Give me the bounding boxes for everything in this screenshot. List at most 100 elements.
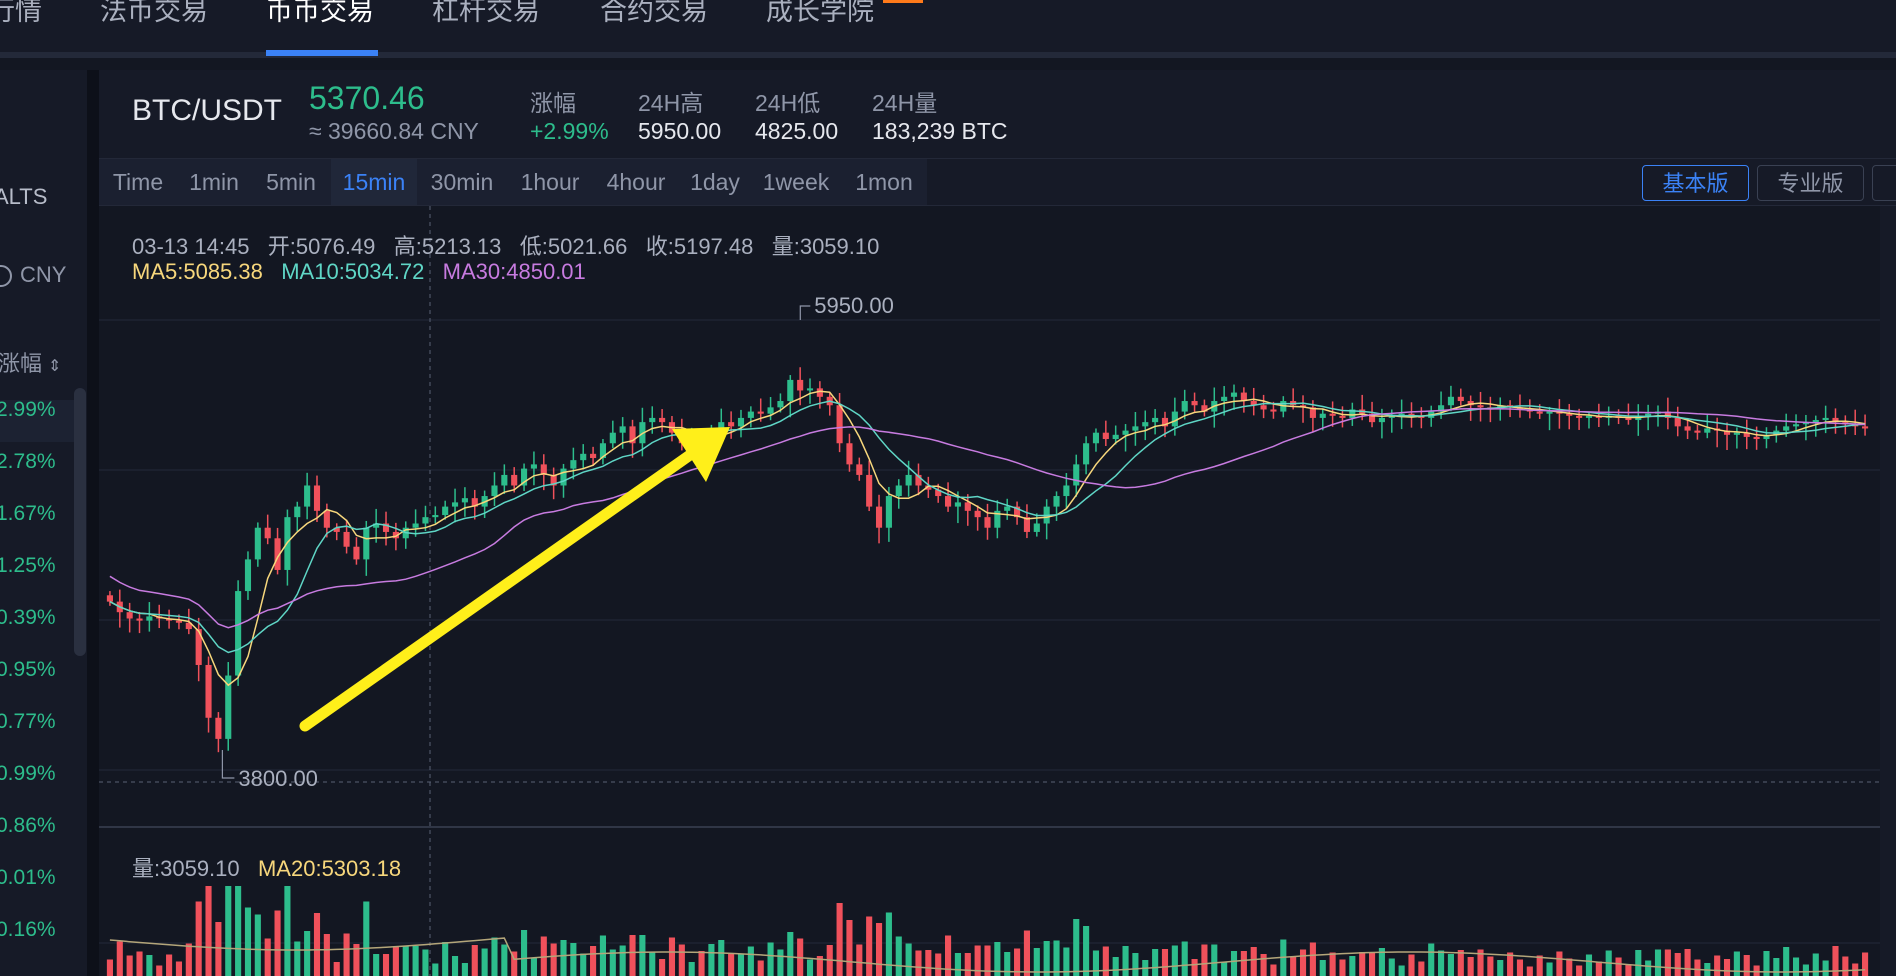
nav-spot-trading[interactable]: 币币交易 [266,0,374,52]
volume-bar [1043,941,1050,976]
volume-bar [1457,950,1464,976]
market-change-pct[interactable]: 1.25% [0,554,56,578]
candle-body [1585,415,1593,418]
interval-toolbar: Time 1min 5min 15min 30min 1hour 4hour 1… [99,158,1896,206]
alts-tab[interactable]: ALTS [0,184,47,210]
volume-bar [304,931,311,976]
volume-bar [797,938,804,976]
candle-body [1536,411,1543,414]
volume-bar [1004,952,1011,976]
candle-body [363,527,370,560]
volume-bar [1773,958,1780,976]
volume-bar [363,901,370,976]
candle-body [244,559,252,592]
interval-1hour[interactable]: 1hour [507,159,593,205]
candle-body [166,618,173,621]
interval-4hour[interactable]: 4hour [593,159,679,205]
candle-body [313,485,321,511]
volume-bar [1398,965,1405,976]
market-change-pct[interactable]: 0.77% [0,710,56,734]
candle-body [668,422,676,433]
candle-body [392,531,399,539]
volume-bar [777,949,784,976]
volume-bar [1852,963,1859,976]
basic-version-button[interactable]: 基本版 [1642,165,1749,201]
market-change-pct[interactable]: 0.86% [0,814,56,838]
volume-bar [1753,965,1760,976]
volume-bar [787,932,794,976]
volume-bar [1822,960,1829,976]
candle-body [1418,415,1425,418]
volume-bar [1280,939,1287,976]
candle-body [116,601,123,613]
volume-bar [580,953,587,976]
candle-body [1792,424,1800,427]
scrollbar[interactable] [74,388,86,656]
interval-1min[interactable]: 1min [177,159,251,205]
legend-high: 高:5213.13 [393,234,502,259]
candle-body [343,531,350,547]
market-change-pct[interactable]: 0.95% [0,658,56,682]
sort-icon: ⇕ [48,358,62,375]
candle-body [1487,407,1494,410]
candle-body [471,498,478,507]
candle-body [1753,436,1760,440]
cny-price: ≈ 39660.84 CNY [309,118,479,144]
candle-body [1132,426,1139,431]
candle-body [629,426,636,444]
volume-bar [1290,957,1297,976]
volume-bar [590,946,597,976]
volume-bar [225,886,232,976]
market-change-pct[interactable]: 0.16% [0,918,56,942]
pro-version-button[interactable]: 专业版 [1757,165,1864,201]
nav-academy[interactable]: 成长学院 [766,0,874,52]
volume-bar [1723,959,1731,976]
volume-bar [1171,945,1178,976]
volume-bar [166,954,173,976]
market-change-pct[interactable]: 2.78% [0,450,56,474]
market-change-pct[interactable]: 0.99% [0,762,56,786]
volume-bar [639,935,646,976]
market-change-pct[interactable]: 2.99% [0,398,56,422]
volume-bar [935,953,942,976]
volume-bar [875,923,883,976]
interval-1day[interactable]: 1day [679,159,751,205]
nav-fiat-trading[interactable]: 法币交易 [100,0,208,52]
interval-30min[interactable]: 30min [417,159,507,205]
currency-label: CNY [20,262,67,287]
candle-body [1408,413,1415,416]
market-change-pct[interactable]: 0.01% [0,866,56,890]
currency-toggle[interactable]: CNY [0,262,66,288]
volume-bar [1270,964,1277,976]
candle-body [1694,430,1701,433]
market-change-pct[interactable]: 1.67% [0,502,56,526]
nav-margin-trading[interactable]: 杠杆交易 [432,0,540,52]
change-column-header[interactable]: 涨幅 ⇕ [0,346,61,378]
volume-bar [511,951,518,976]
nav-contract-trading[interactable]: 合约交易 [600,0,708,52]
volume-bar [521,930,528,976]
candle-body [1812,420,1819,423]
volume-bar [1802,964,1809,976]
candle-body [1083,443,1090,465]
interval-15min[interactable]: 15min [331,159,417,205]
nav-markets[interactable]: 行情 [0,0,42,52]
volume-bar [451,956,459,976]
interval-1mon[interactable]: 1mon [841,159,927,205]
volume-bar [629,935,636,976]
candle-body [511,474,518,486]
interval-time[interactable]: Time [99,159,177,205]
candle-body [1023,517,1030,532]
candle-body [1664,411,1671,418]
candle-body [126,612,133,619]
market-change-pct[interactable]: 0.39% [0,606,56,630]
candle-body [1615,415,1622,418]
volume-bar [146,955,153,976]
volume-bar [432,963,439,976]
interval-1week[interactable]: 1week [751,159,841,205]
legend-low: 低:5021.66 [519,234,628,259]
volume-bar [412,946,419,976]
more-button[interactable] [1872,165,1896,201]
interval-5min[interactable]: 5min [251,159,331,205]
candle-body [994,510,1001,528]
